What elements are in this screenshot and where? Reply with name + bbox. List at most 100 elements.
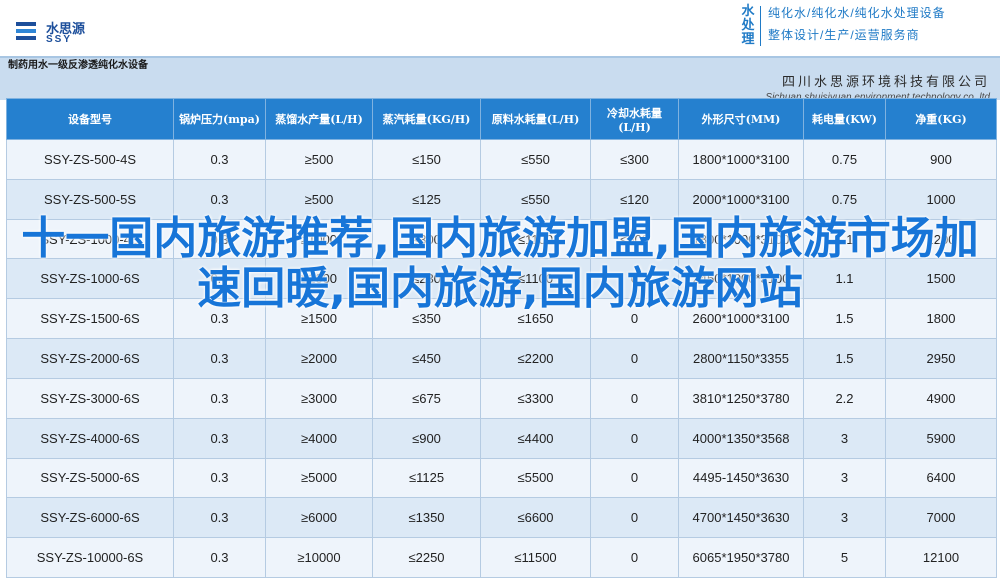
table-cell: ≥1000 bbox=[265, 258, 373, 300]
table-cell: 1.5 bbox=[803, 338, 886, 379]
table-row: SSY-ZS-1500-6S 0.3 ≥1500 ≤350 ≤1650 0 2600*100… bbox=[6, 298, 997, 340]
tagline-1: 纯化水/纯化水/纯化水处理设备 bbox=[768, 6, 946, 20]
table-cell: SSY-ZS-1000-6S bbox=[6, 258, 174, 300]
table-cell: ≤150 bbox=[372, 139, 481, 180]
table-cell: 0 bbox=[590, 417, 679, 459]
table-cell: 1000 bbox=[885, 178, 997, 220]
table-cell: ≤2200 bbox=[480, 338, 591, 379]
table-cell: 0.3 bbox=[173, 218, 266, 260]
table-cell: 0.3 bbox=[173, 298, 266, 340]
table-cell: ≤125 bbox=[372, 178, 481, 220]
table-cell: ≤3300 bbox=[480, 377, 591, 419]
table-cell: SSY-ZS-6000-6S bbox=[6, 497, 174, 539]
table-cell: ≥3000 bbox=[265, 377, 373, 419]
table-cell: 4900 bbox=[885, 377, 997, 419]
table-cell: 0.3 bbox=[173, 178, 266, 220]
table-cell: SSY-ZS-500-4S bbox=[6, 139, 174, 180]
table-cell: 0.3 bbox=[173, 338, 266, 379]
table-cell: ≥5000 bbox=[265, 457, 373, 499]
table-cell: ≤1100 bbox=[480, 218, 591, 260]
table-cell: ≤600 bbox=[590, 218, 679, 260]
table-cell: SSY-ZS-2000-6S bbox=[6, 338, 174, 379]
table-cell: 5 bbox=[803, 537, 886, 578]
table-cell: 1800*1000*3100 bbox=[678, 139, 804, 180]
table-cell: 0.75 bbox=[803, 178, 886, 220]
table-cell: ≤1650 bbox=[480, 298, 591, 340]
table-header-row: 设备型号 锅炉压力(mpa) 蒸馏水产量(L/H) 蒸汽耗量(KG/H) 原料水… bbox=[6, 98, 997, 140]
product-title: 制药用水一级反渗透纯化水设备 bbox=[8, 60, 148, 71]
table-cell: 3810*1250*3780 bbox=[678, 377, 804, 419]
table-cell: ≥2000 bbox=[265, 338, 373, 379]
table-cell: 6065*1950*3780 bbox=[678, 537, 804, 578]
table-cell: ≤230 bbox=[372, 258, 481, 300]
table-cell: 0.3 bbox=[173, 457, 266, 499]
table-cell: ≥1000 bbox=[265, 218, 373, 260]
column-header: 外形尺寸(MM) bbox=[678, 98, 804, 140]
column-header: 原料水耗量(L/H) bbox=[480, 98, 591, 140]
table-cell: 4495-1450*3630 bbox=[678, 457, 804, 499]
table-cell: ≥6000 bbox=[265, 497, 373, 539]
table-cell: 0.3 bbox=[173, 417, 266, 459]
divider bbox=[760, 6, 761, 46]
table-cell: 0.3 bbox=[173, 139, 266, 180]
top-banner: 水思源 SSY 水处理 纯化水/纯化水/纯化水处理设备 整体设计/生产/运营服务… bbox=[0, 0, 1000, 56]
table-cell: ≤2250 bbox=[372, 537, 481, 578]
table-row: SSY-ZS-500-5S 0.3 ≥500 ≤125 ≤550 ≤120 2000*100… bbox=[6, 178, 997, 220]
table-row: SSY-ZS-4000-6S 0.3 ≥4000 ≤900 ≤4400 0 4000*135… bbox=[6, 417, 997, 459]
table-row: SSY-ZS-3000-6S 0.3 ≥3000 ≤675 ≤3300 0 3810*125… bbox=[6, 377, 997, 419]
table-cell: ≤900 bbox=[372, 417, 481, 459]
table-cell: ≤1125 bbox=[372, 457, 481, 499]
table-cell: 900 bbox=[885, 139, 997, 180]
table-cell: 1.1 bbox=[803, 258, 886, 300]
column-header: 锅炉压力(mpa) bbox=[173, 98, 266, 140]
table-body: SSY-ZS-500-4S 0.3 ≥500 ≤150 ≤550 ≤300 1800*100… bbox=[6, 139, 997, 578]
table-cell: 0.3 bbox=[173, 258, 266, 300]
table-cell: ≤120 bbox=[590, 178, 679, 220]
table-cell: SSY-ZS-1500-6S bbox=[6, 298, 174, 340]
table-row: SSY-ZS-500-4S 0.3 ≥500 ≤150 ≤550 ≤300 1800*100… bbox=[6, 139, 997, 180]
table-cell: 0.3 bbox=[173, 377, 266, 419]
table-cell: 0 bbox=[590, 298, 679, 340]
spec-table: 设备型号 锅炉压力(mpa) 蒸馏水产量(L/H) 蒸汽耗量(KG/H) 原料水… bbox=[6, 98, 997, 578]
table-cell: SSY-ZS-4000-6S bbox=[6, 417, 174, 459]
table-cell: ≤1350 bbox=[372, 497, 481, 539]
column-header: 净重(KG) bbox=[885, 98, 997, 140]
company-name-cn: 四川水思源环境科技有限公司 bbox=[781, 74, 990, 89]
table-cell: 0 bbox=[590, 537, 679, 578]
table-cell: SSY-ZS-5000-6S bbox=[6, 457, 174, 499]
table-row: SSY-ZS-5000-6S 0.3 ≥5000 ≤1125 ≤5500 0 4495-14… bbox=[6, 457, 997, 499]
table-cell: 2950 bbox=[885, 338, 997, 379]
brand-name-en: SSY bbox=[46, 34, 73, 45]
table-cell: SSY-ZS-10000-6S bbox=[6, 537, 174, 578]
table-row: SSY-ZS-6000-6S 0.3 ≥6000 ≤1350 ≤6600 0 4700*14… bbox=[6, 497, 997, 539]
table-cell: 1800*1000*3100 bbox=[678, 218, 804, 260]
tagline-2: 整体设计/生产/运营服务商 bbox=[768, 28, 920, 42]
table-cell: 1200 bbox=[885, 218, 997, 260]
table-cell: ≤5500 bbox=[480, 457, 591, 499]
table-cell: 3 bbox=[803, 417, 886, 459]
table-cell: ≥500 bbox=[265, 139, 373, 180]
table-cell: ≤1100 bbox=[480, 258, 591, 300]
table-cell: 2450*1000*3100 bbox=[678, 258, 804, 300]
table-cell: 2600*1000*3100 bbox=[678, 298, 804, 340]
table-cell: 0 bbox=[590, 457, 679, 499]
table-cell: 0 bbox=[590, 338, 679, 379]
table-cell: 2000*1000*3100 bbox=[678, 178, 804, 220]
table-row: SSY-ZS-1000-4S 0.3 ≥1000 ≤300 ≤1100 ≤600 1800*… bbox=[6, 218, 997, 260]
table-cell: ≤450 bbox=[372, 338, 481, 379]
table-row: SSY-ZS-10000-6S 0.3 ≥10000 ≤2250 ≤11500 0 6065… bbox=[6, 537, 997, 578]
table-cell: SSY-ZS-500-5S bbox=[6, 178, 174, 220]
table-cell: 2.2 bbox=[803, 377, 886, 419]
column-header: 耗电量(KW) bbox=[803, 98, 886, 140]
table-cell: ≤11500 bbox=[480, 537, 591, 578]
table-cell: 0 bbox=[590, 377, 679, 419]
table-cell: ≥4000 bbox=[265, 417, 373, 459]
table-cell: ≥500 bbox=[265, 178, 373, 220]
table-cell: ≤675 bbox=[372, 377, 481, 419]
brand-logo: 水思源 SSY bbox=[12, 14, 122, 50]
table-cell: ≤300 bbox=[372, 218, 481, 260]
table-row: SSY-ZS-1000-6S 0.3 ≥1000 ≤230 ≤1100 0 2450*100… bbox=[6, 258, 997, 300]
table-cell: 7000 bbox=[885, 497, 997, 539]
table-cell: 5900 bbox=[885, 417, 997, 459]
table-cell: 0 bbox=[590, 258, 679, 300]
